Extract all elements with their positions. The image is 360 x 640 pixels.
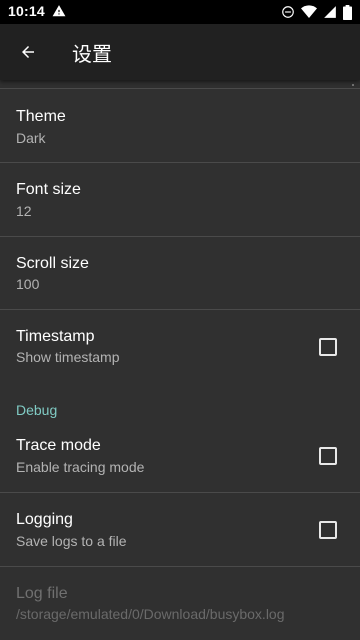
pref-logging[interactable]: Logging Save logs to a file (0, 493, 360, 567)
pref-title: Log file (16, 585, 68, 602)
pref-scroll-size[interactable]: Scroll size 100 (0, 237, 360, 310)
app-bar: 设置 (0, 24, 360, 80)
pref-title: Logging (16, 511, 73, 528)
warning-icon (52, 4, 66, 18)
pref-summary: /storage/emulated/0/Download/busybox.log (16, 606, 285, 622)
pref-theme[interactable]: Theme Dark (0, 88, 360, 163)
pref-summary: 12 (16, 203, 32, 219)
pref-log-file: Log file /storage/emulated/0/Download/bu… (0, 567, 360, 640)
scrollbar-indicator (352, 84, 354, 86)
pref-title: Timestamp (16, 328, 95, 345)
pref-summary: Enable tracing mode (16, 459, 145, 475)
pref-timestamp[interactable]: Timestamp Show timestamp (0, 310, 360, 384)
pref-title: Font size (16, 181, 81, 198)
battery-icon (343, 4, 352, 20)
timestamp-checkbox[interactable] (319, 338, 337, 356)
pref-trace-mode[interactable]: Trace mode Enable tracing mode (0, 419, 360, 493)
pref-summary: Dark (16, 130, 46, 146)
trace-mode-checkbox[interactable] (319, 447, 337, 465)
do-not-disturb-icon (281, 5, 295, 19)
pref-title: Scroll size (16, 255, 89, 272)
arrow-back-icon[interactable] (16, 40, 40, 64)
logging-checkbox[interactable] (319, 521, 337, 539)
settings-screen: 10:14 设置 Theme Dark Font size 12 Scroll … (0, 0, 360, 640)
pref-title: Theme (16, 108, 66, 125)
pref-title: Trace mode (16, 437, 101, 454)
cell-signal-icon (323, 5, 337, 19)
page-title: 设置 (72, 42, 112, 66)
status-icons (281, 4, 352, 20)
pref-summary: Save logs to a file (16, 533, 127, 549)
pref-summary: Show timestamp (16, 349, 120, 365)
status-time: 10:14 (8, 3, 45, 19)
status-bar: 10:14 (0, 0, 360, 24)
settings-list[interactable]: Theme Dark Font size 12 Scroll size 100 … (0, 80, 360, 640)
category-debug: Debug (16, 402, 58, 418)
pref-summary: 100 (16, 276, 40, 292)
wifi-icon (301, 5, 317, 19)
pref-font-size[interactable]: Font size 12 (0, 163, 360, 237)
